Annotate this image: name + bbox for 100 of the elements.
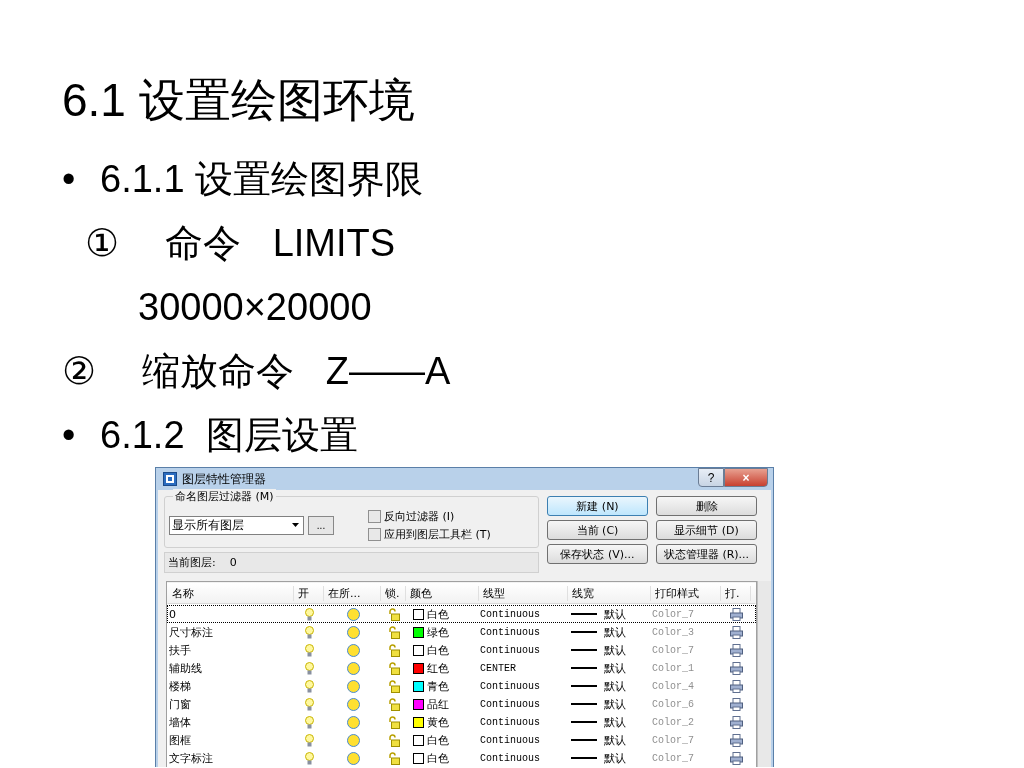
table-row[interactable]: 辅助线 红色 CENTER 默认 Color_1 [167, 659, 756, 677]
table-row[interactable]: 楼梯 青色 Continuous 默认 Color_4 [167, 677, 756, 695]
table-row[interactable]: 文字标注 白色 Continuous 默认 Color_7 [167, 749, 756, 767]
checkbox-label: 应用到图层工具栏 (T) [384, 526, 491, 542]
sun-icon[interactable] [346, 715, 360, 729]
column-header[interactable]: 线型 [479, 585, 568, 601]
sun-icon[interactable] [346, 643, 360, 657]
sun-icon[interactable] [346, 733, 360, 747]
color-name: 绿色 [427, 624, 449, 640]
bullet-marker: • [62, 413, 77, 457]
table-row[interactable]: 图框 白色 Continuous 默认 Color_7 [167, 731, 756, 749]
lineweight-value: 默认 [604, 750, 626, 766]
lineweight-value: 默认 [604, 660, 626, 676]
printer-icon[interactable] [730, 607, 743, 621]
table-row[interactable]: 尺寸标注 绿色 Continuous 默认 Color_3 [167, 623, 756, 641]
color-swatch[interactable] [413, 752, 424, 764]
column-header[interactable]: 在所... [324, 585, 381, 601]
color-swatch[interactable] [413, 626, 424, 638]
checkbox[interactable] [368, 509, 381, 523]
color-swatch[interactable] [413, 644, 424, 656]
lock-icon[interactable] [388, 643, 400, 657]
current-layer-value: 0 [229, 556, 237, 569]
sun-icon[interactable] [346, 679, 360, 693]
sun-icon[interactable] [346, 661, 360, 675]
column-header[interactable]: 开 [294, 585, 324, 601]
lightbulb-icon[interactable] [305, 751, 314, 765]
lightbulb-icon[interactable] [305, 607, 314, 621]
linetype: CENTER [479, 662, 517, 674]
table-row[interactable]: 墙体 黄色 Continuous 默认 Color_2 [167, 713, 756, 731]
lineweight-line [571, 649, 597, 651]
sun-icon[interactable] [346, 751, 360, 765]
column-header[interactable]: 锁. [381, 585, 406, 601]
layer-name: 辅助线 [168, 660, 203, 676]
printer-icon[interactable] [730, 679, 743, 693]
lineweight-line [571, 685, 597, 687]
app-icon[interactable] [163, 472, 177, 486]
dialog-button[interactable]: 显示细节 (D) [656, 520, 757, 540]
sun-icon[interactable] [346, 607, 360, 621]
lineweight-line [571, 631, 597, 633]
lightbulb-icon[interactable] [305, 643, 314, 657]
lock-icon[interactable] [388, 697, 400, 711]
table-row[interactable]: 扶手 白色 Continuous 默认 Color_7 [167, 641, 756, 659]
lock-icon[interactable] [388, 679, 400, 693]
printer-icon[interactable] [730, 733, 743, 747]
plot-style: Color_7 [651, 734, 695, 746]
color-swatch[interactable] [413, 734, 424, 746]
lineweight-value: 默认 [604, 696, 626, 712]
ellipsis-button[interactable]: ... [308, 515, 334, 535]
column-header[interactable]: 颜色 [406, 585, 479, 601]
printer-icon[interactable] [730, 751, 743, 765]
color-swatch[interactable] [413, 680, 424, 692]
linetype: Continuous [479, 626, 541, 638]
plot-style: Color_4 [651, 680, 695, 692]
column-header[interactable]: 打印样式 [651, 585, 721, 601]
printer-icon[interactable] [730, 697, 743, 711]
step-number: ① [85, 221, 121, 265]
color-swatch[interactable] [413, 716, 424, 728]
sun-icon[interactable] [346, 697, 360, 711]
lock-icon[interactable] [388, 661, 400, 675]
lineweight-line [571, 739, 597, 741]
lightbulb-icon[interactable] [305, 679, 314, 693]
layer-name: 尺寸标注 [168, 624, 214, 640]
dialog-button[interactable]: 保存状态 (V)... [547, 544, 648, 564]
color-swatch[interactable] [413, 608, 424, 620]
checkbox[interactable] [368, 527, 381, 541]
dialog-button[interactable]: 新建 (N) [547, 496, 648, 516]
printer-icon[interactable] [730, 661, 743, 675]
linetype: Continuous [479, 644, 541, 656]
printer-icon[interactable] [730, 715, 743, 729]
dialog-button[interactable]: 状态管理器 (R)... [656, 544, 757, 564]
printer-icon[interactable] [730, 625, 743, 639]
lightbulb-icon[interactable] [305, 697, 314, 711]
color-name: 黄色 [427, 714, 449, 730]
scrollbar[interactable] [757, 581, 771, 767]
lightbulb-icon[interactable] [305, 733, 314, 747]
dialog-button[interactable]: 当前 (C) [547, 520, 648, 540]
lightbulb-icon[interactable] [305, 625, 314, 639]
lock-icon[interactable] [388, 751, 400, 765]
color-swatch[interactable] [413, 698, 424, 710]
color-swatch[interactable] [413, 662, 424, 674]
lineweight-value: 默认 [604, 714, 626, 730]
caret-icon[interactable] [292, 523, 299, 527]
filter-dropdown[interactable]: 显示所有图层 [169, 515, 304, 535]
lock-icon[interactable] [388, 715, 400, 729]
lightbulb-icon[interactable] [305, 715, 314, 729]
column-header[interactable]: 打. [721, 585, 751, 601]
lightbulb-icon[interactable] [305, 661, 314, 675]
lock-icon[interactable] [388, 607, 400, 621]
table-row[interactable]: 0 白色 Continuous 默认 Color_7 [167, 605, 756, 623]
sun-icon[interactable] [346, 625, 360, 639]
column-header[interactable]: 名称 [168, 585, 294, 601]
lineweight-value: 默认 [604, 642, 626, 658]
lineweight-value: 默认 [604, 606, 626, 622]
dialog-button[interactable]: 删除 [656, 496, 757, 516]
table-row[interactable]: 门窗 品红 Continuous 默认 Color_6 [167, 695, 756, 713]
help-button[interactable]: ? [698, 468, 724, 487]
printer-icon[interactable] [730, 643, 743, 657]
lock-icon[interactable] [388, 625, 400, 639]
lock-icon[interactable] [388, 733, 400, 747]
column-header[interactable]: 线宽 [568, 585, 651, 601]
